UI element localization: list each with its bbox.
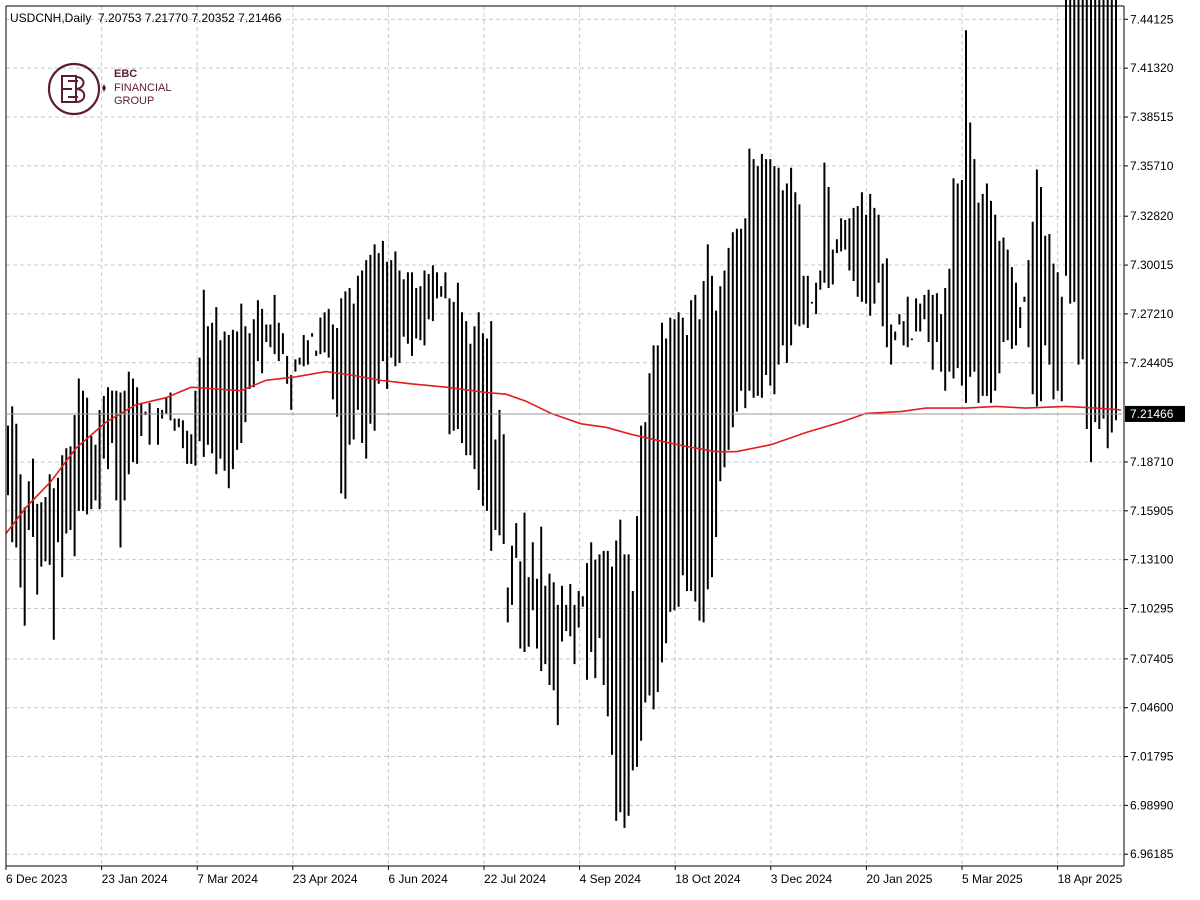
current-price-tag: 7.21466 (6, 405, 1185, 422)
y-tick-label: 7.04600 (1130, 701, 1174, 715)
chart-svg: 7.44125 7.41320 7.38515 7.35710 7.32820 7.300… (5, 0, 1185, 886)
x-tick-label: 18 Oct 2024 (675, 872, 741, 886)
x-tick-label: 6 Jun 2024 (388, 872, 448, 886)
y-tick-label: 7.01795 (1130, 750, 1174, 764)
x-tick-label: 7 Mar 2024 (197, 872, 258, 886)
ebc-logo-icon (47, 62, 106, 116)
x-axis: 6 Dec 2023 23 Jan 2024 7 Mar 2024 23 Apr 20… (5, 866, 1123, 886)
logo-text-ebc: EBC (114, 68, 138, 80)
logo-text-financial: FINANCIAL (114, 82, 172, 94)
moving-average (5, 370, 1122, 534)
y-tick-label: 6.98990 (1130, 798, 1174, 812)
current-price-label: 7.21466 (1130, 407, 1174, 421)
logo-text-group: GROUP (114, 95, 155, 107)
y-tick-label: 7.27210 (1130, 307, 1174, 321)
y-tick-label: 7.44125 (1130, 12, 1174, 26)
ma-line (5, 370, 1122, 534)
chart: 7.44125 7.41320 7.38515 7.35710 7.32820 7.300… (0, 0, 1200, 895)
chart-header: USDCNH,Daily 7.20753 7.21770 7.20352 7.2… (10, 11, 282, 25)
y-tick-label: 7.30015 (1130, 258, 1174, 272)
x-tick-label: 22 Jul 2024 (484, 872, 546, 886)
y-tick-label: 7.35710 (1130, 159, 1174, 173)
x-tick-label: 23 Jan 2024 (102, 872, 168, 886)
y-tick-label: 6.96185 (1130, 847, 1174, 861)
x-tick-label: 23 Apr 2024 (293, 872, 358, 886)
x-tick-label: 5 Mar 2025 (962, 872, 1023, 886)
y-tick-label: 7.10295 (1130, 602, 1174, 616)
x-tick-label: 6 Dec 2023 (6, 872, 68, 886)
y-tick-label: 7.15905 (1130, 504, 1174, 518)
y-tick-label: 7.38515 (1130, 110, 1174, 124)
x-tick-label: 18 Apr 2025 (1058, 872, 1123, 886)
y-tick-label: 7.18710 (1130, 455, 1174, 469)
symbol-label: USDCNH,Daily (10, 11, 92, 25)
y-tick-label: 7.24405 (1130, 356, 1174, 370)
y-axis: 7.44125 7.41320 7.38515 7.35710 7.32820 7.300… (1124, 12, 1174, 861)
y-tick-label: 7.41320 (1130, 61, 1174, 75)
y-tick-label: 7.32820 (1130, 209, 1174, 223)
y-tick-label: 7.13100 (1130, 553, 1174, 567)
x-tick-label: 20 Jan 2025 (866, 872, 932, 886)
ebc-logo: EBC FINANCIAL GROUP (46, 60, 206, 120)
grid (5, 6, 1122, 866)
y-tick-label: 7.07405 (1130, 652, 1174, 666)
x-tick-label: 3 Dec 2024 (771, 872, 833, 886)
ohlc-values: 7.20753 7.21770 7.20352 7.21466 (98, 11, 282, 25)
plot-frame (5, 5, 1125, 867)
x-tick-label: 4 Sep 2024 (580, 872, 642, 886)
